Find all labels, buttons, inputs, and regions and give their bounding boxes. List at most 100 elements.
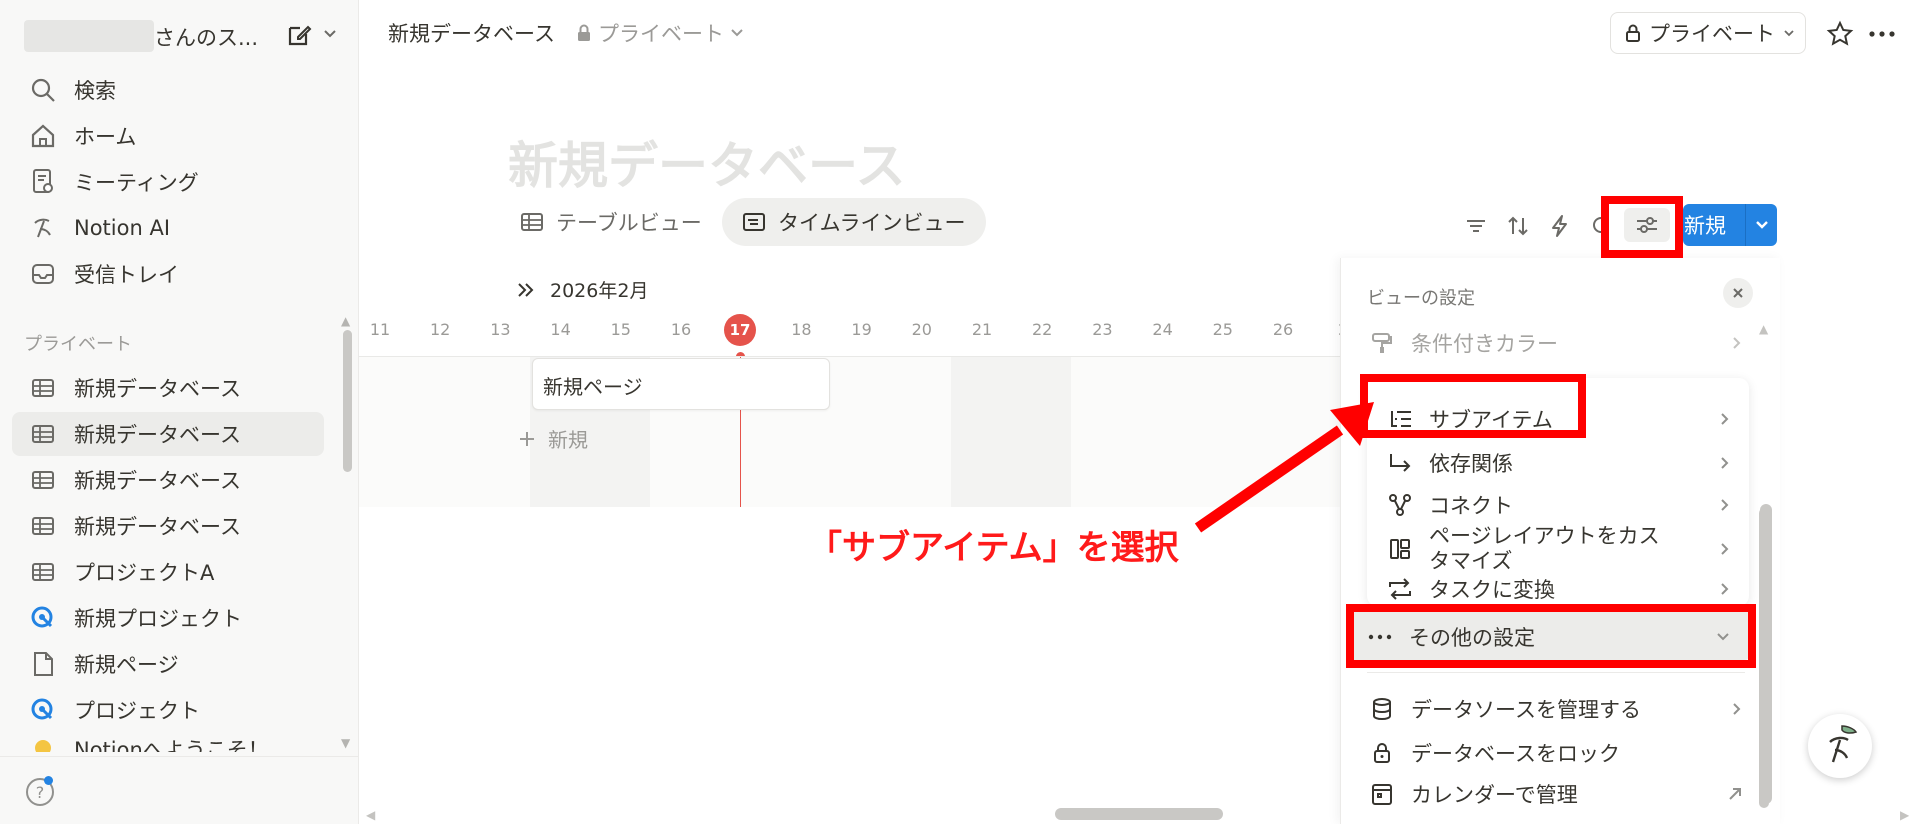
sidebar-page-item[interactable]: Notionへようこそ！	[12, 734, 324, 752]
month-label: 2026年2月	[550, 280, 649, 302]
database-title[interactable]: 新規データベース	[508, 126, 906, 198]
sidebar-item-search[interactable]: 検索	[12, 68, 324, 112]
menu-item-connect[interactable]: コネクト	[1385, 490, 1735, 520]
menu-item-label: ページレイアウトをカスタマイズ	[1429, 524, 1660, 573]
sort-icon[interactable]	[1506, 214, 1530, 238]
sidebar-item-label: ミーティング	[74, 171, 199, 195]
horizontal-scrollbar[interactable]	[1055, 808, 1223, 820]
new-page-icon[interactable]	[286, 22, 312, 48]
table-icon	[26, 419, 60, 449]
timeline-day-label: 25	[1212, 320, 1233, 339]
breadcrumb-title[interactable]: 新規データベース	[388, 18, 555, 48]
timeline-card[interactable]: 新規ページ	[532, 358, 830, 410]
hscroll-left-icon[interactable]: ◀	[366, 808, 375, 822]
workspace-name-redacted	[24, 20, 154, 52]
chevron-right-icon	[1719, 455, 1731, 471]
workspace-name[interactable]: さんのス...	[154, 22, 258, 52]
sidebar-page-item[interactable]: 新規データベース	[12, 366, 324, 410]
panel-title: ビューの設定	[1367, 288, 1475, 309]
sidebar-scroll-down-icon[interactable]: ▼	[341, 736, 350, 750]
sidebar-scroll-up-icon[interactable]: ▲	[341, 314, 350, 328]
add-new-label: 新規	[548, 428, 588, 452]
timeline-month: 2026年2月	[516, 276, 648, 303]
sidebar-page-item[interactable]: 新規データベース	[12, 504, 324, 548]
plus-icon	[518, 430, 536, 448]
sidebar-page-item[interactable]: 新規ページ	[12, 642, 324, 686]
main-vertical-scrollbar[interactable]	[1760, 504, 1772, 804]
sidebar-page-item[interactable]: 新規プロジェクト	[12, 596, 324, 640]
sidebar-item-home[interactable]: ホーム	[12, 114, 324, 158]
chevron-right-icon	[1731, 701, 1743, 717]
timeline-day-label: 12	[430, 320, 451, 339]
sidebar-item-label: Notion AI	[74, 216, 171, 240]
chevron-down-icon[interactable]	[322, 28, 338, 40]
table-icon	[26, 465, 60, 495]
sidebar-item-label: 新規データベース	[74, 515, 241, 539]
chevron-right-icon	[1719, 411, 1731, 427]
chevron-right-icon	[1719, 541, 1731, 557]
sidebar-item-notion-ai[interactable]: Notion AI	[12, 206, 324, 250]
project-icon	[26, 603, 60, 633]
menu-item-lock-database[interactable]: データベースをロック	[1367, 738, 1747, 768]
filter-icon[interactable]	[1464, 214, 1488, 238]
breadcrumb-privacy[interactable]: プライベート	[576, 18, 744, 48]
calendar-icon	[1367, 782, 1397, 806]
sidebar-page-item[interactable]: 新規データベース	[12, 412, 324, 456]
share-privacy-button[interactable]: プライベート	[1610, 12, 1806, 54]
hscroll-right-icon[interactable]: ▶	[1900, 808, 1909, 822]
menu-item-label: 依存関係	[1429, 452, 1513, 476]
privacy-label: プライベート	[598, 22, 724, 46]
menu-item-manage-in-calendar[interactable]: カレンダーで管理	[1367, 782, 1747, 806]
sidebar-item-label: 新規データベース	[74, 423, 241, 447]
menu-item-conditional-color[interactable]: 条件付きカラー	[1367, 328, 1747, 358]
convert-icon	[1385, 577, 1415, 601]
chevron-down-icon	[730, 28, 744, 38]
wave-icon	[26, 734, 60, 752]
close-button[interactable]	[1723, 278, 1753, 308]
tab-timeline-view[interactable]: タイムラインビュー	[722, 198, 986, 246]
menu-item-customize-layout[interactable]: ページレイアウトをカスタマイズ	[1385, 524, 1735, 574]
project-icon	[26, 695, 60, 725]
menu-item-convert-to-task[interactable]: タスクに変換	[1385, 574, 1735, 604]
timeline-day-label: 21	[971, 320, 993, 339]
table-icon	[26, 373, 60, 403]
panel-divider	[1367, 672, 1745, 673]
chevron-right-icon	[1719, 581, 1731, 597]
timeline-day-label: 26	[1272, 320, 1294, 339]
sidebar-item-label: 受信トレイ	[74, 263, 179, 287]
chevron-down-icon[interactable]	[1746, 219, 1777, 231]
new-button-label: 新規	[1684, 214, 1726, 238]
chevron-down-icon	[1783, 28, 1795, 38]
automation-lightning-icon[interactable]	[1548, 214, 1572, 238]
paint-roller-icon	[1367, 331, 1397, 355]
timeline-day-label: 16	[670, 320, 692, 339]
section-label-private[interactable]: プライベート	[24, 330, 132, 356]
star-icon[interactable]	[1826, 20, 1854, 48]
menu-item-label: タスクに変換	[1429, 578, 1555, 602]
sidebar-page-item[interactable]: プロジェクト	[12, 688, 324, 732]
sidebar-item-label: 新規プロジェクト	[74, 607, 242, 631]
notion-ai-assistant-button[interactable]	[1808, 714, 1872, 778]
timeline-icon	[742, 212, 766, 232]
timeline-day-label: 23	[1092, 320, 1113, 339]
sidebar-page-item[interactable]: 新規データベース	[12, 458, 324, 502]
sidebar-page-item[interactable]: プロジェクトA	[12, 550, 324, 594]
annotation-text: 「サブアイテム」を選択	[808, 528, 1179, 568]
tab-table-view[interactable]: テーブルビュー	[500, 198, 722, 246]
external-link-arrow-icon	[1727, 786, 1743, 802]
add-new-row-button[interactable]: 新規	[518, 424, 588, 453]
sidebar-scrollbar[interactable]	[343, 330, 352, 472]
more-options-icon[interactable]	[1868, 24, 1896, 44]
sidebar-item-inbox[interactable]: 受信トレイ	[12, 252, 324, 296]
menu-item-manage-data-sources[interactable]: データソースを管理する	[1367, 694, 1747, 724]
sidebar-item-meeting[interactable]: ミーティング	[12, 160, 324, 204]
menu-item-dependencies[interactable]: 依存関係	[1385, 448, 1735, 478]
today-marker: 17	[724, 314, 756, 346]
highlight-more-settings	[1346, 604, 1756, 668]
panel-scroll-up-icon[interactable]: ▲	[1759, 322, 1768, 336]
sidebar-divider	[0, 756, 359, 757]
new-button[interactable]: 新規	[1683, 204, 1777, 246]
double-chevron-right-icon[interactable]	[516, 281, 536, 299]
lock-icon	[576, 23, 592, 43]
cut-off-text	[1651, 360, 1661, 374]
